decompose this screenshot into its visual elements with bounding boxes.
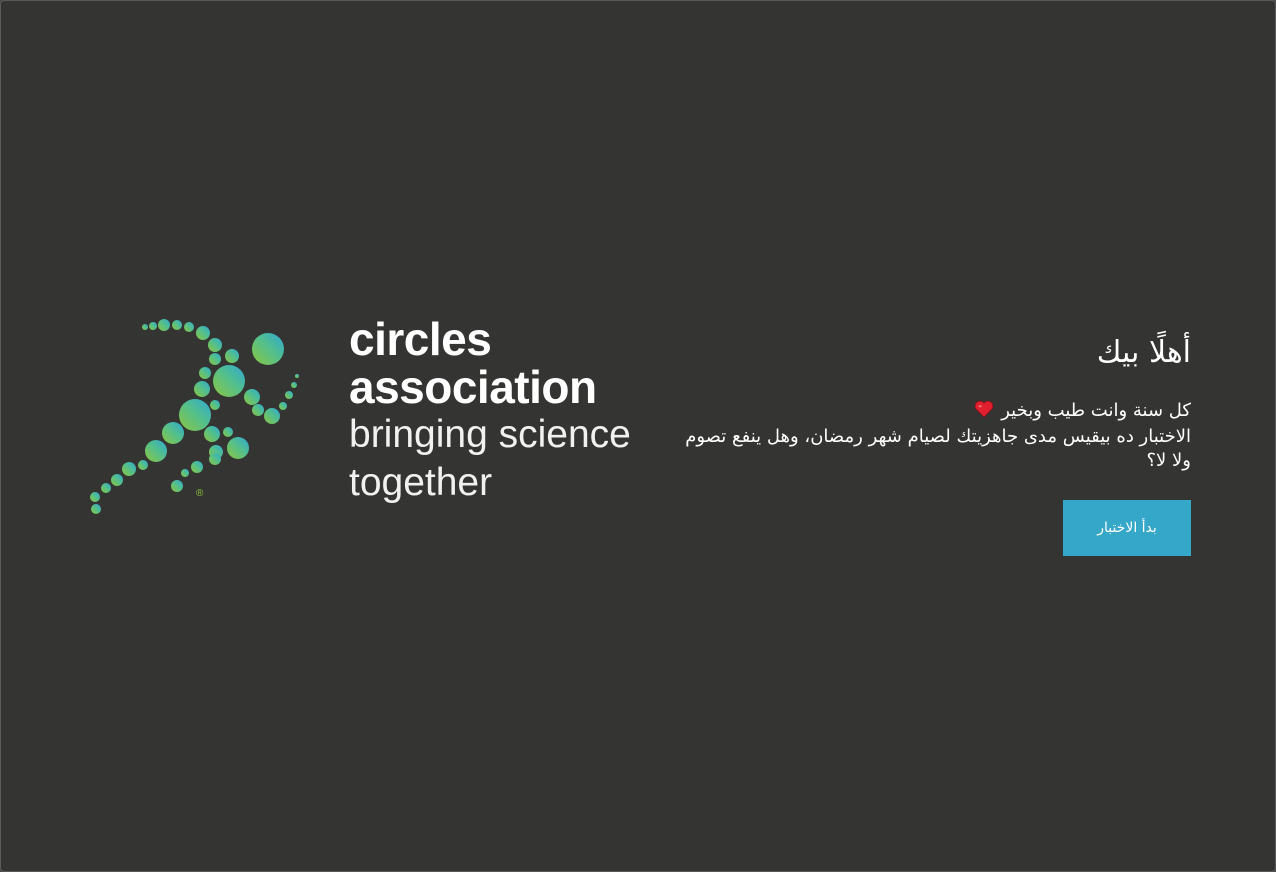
intro-line-1: كل سنة وانت طيب وبخير	[671, 399, 1191, 425]
logo-tagline-2: together	[349, 461, 493, 504]
logo-line-circles: circles	[349, 313, 492, 365]
intro-line-1-text: كل سنة وانت طيب وبخير	[1001, 400, 1191, 421]
logo-tagline-1: bringing science	[349, 413, 631, 456]
start-test-button[interactable]: بدأ الاختبار	[1063, 500, 1191, 556]
heart-icon	[974, 400, 994, 425]
intro-section: أهلًا بيك كل سنة وانت طيب وبخير الاختبار…	[671, 333, 1191, 473]
circles-association-logo: ® circles association bringing science t…	[85, 313, 645, 533]
greeting-heading: أهلًا بيك	[1096, 335, 1191, 370]
app-window: ® circles association bringing science t…	[0, 0, 1276, 872]
logo-wordmark: circles association bringing science tog…	[349, 315, 631, 507]
runner-dots-logo-icon: ®	[90, 319, 299, 514]
registered-mark: ®	[196, 488, 204, 499]
intro-line-2: الاختبار ده بيقيس مدى جاهزيتك لصيام شهر …	[685, 426, 1191, 471]
logo-line-association: association	[349, 361, 597, 413]
